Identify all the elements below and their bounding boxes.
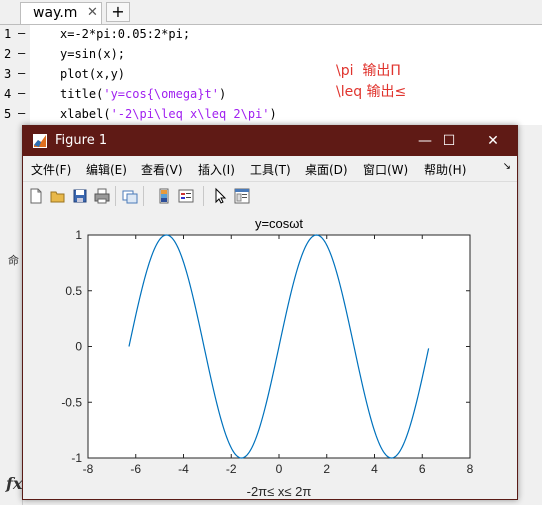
- matlab-logo-icon: [33, 134, 47, 148]
- tab-way-m[interactable]: way.m ✕: [20, 2, 102, 24]
- chart-title: y=cosωt: [255, 216, 303, 231]
- code-text: xlabel('-2\pi\leq x\leq 2\pi'): [60, 107, 277, 121]
- x-tick-label: 6: [419, 462, 426, 476]
- code-line[interactable]: 4 – title('y=cos{\omega}t'): [0, 85, 542, 105]
- code-text: x=-2*pi:0.05:2*pi;: [60, 27, 191, 41]
- maximize-button[interactable]: ☐: [439, 131, 459, 151]
- toolbar-separator: [203, 186, 204, 206]
- x-tick-label: -2: [226, 462, 237, 476]
- code-text: title('y=cos{\omega}t'): [60, 87, 226, 101]
- code-close: ): [218, 87, 227, 101]
- y-tick-label: 0.5: [65, 284, 82, 298]
- code-function: xlabel(: [60, 107, 111, 121]
- x-tick-label: -8: [83, 462, 94, 476]
- line-number: 5: [4, 107, 12, 121]
- x-tick-label: -6: [130, 462, 141, 476]
- editor-tabbar: way.m ✕ +: [0, 0, 542, 25]
- code-string: '-2\pi\leq x\leq 2\pi': [110, 107, 270, 121]
- insert-legend-icon[interactable]: [177, 187, 195, 205]
- figure-title: Figure 1: [55, 133, 108, 148]
- code-close: ): [269, 107, 277, 121]
- tab-label: way.m: [33, 5, 78, 21]
- property-inspector-icon[interactable]: [233, 187, 251, 205]
- new-tab-button[interactable]: +: [106, 2, 130, 22]
- new-figure-icon[interactable]: [27, 187, 45, 205]
- save-icon[interactable]: [71, 187, 89, 205]
- tab-close-icon[interactable]: ✕: [87, 5, 98, 20]
- annotation-pi: \pi 输出Π: [336, 63, 401, 79]
- y-tick-label: -1: [71, 451, 82, 465]
- line-number: 3: [4, 67, 12, 81]
- figure-window: Figure 1 — ☐ ✕ 文件(F) 编辑(E) 查看(V) 插入(I) 工…: [22, 125, 518, 500]
- fx-icon[interactable]: fx: [6, 474, 22, 493]
- toolbar-separator: [115, 186, 116, 206]
- code-function: title(: [60, 87, 104, 101]
- minimize-button[interactable]: —: [415, 131, 435, 151]
- x-tick-label: 4: [371, 462, 378, 476]
- menu-tools[interactable]: 工具(T): [250, 161, 291, 178]
- code-line[interactable]: 5 – xlabel('-2\pi\leq x\leq 2\pi'): [0, 105, 542, 125]
- figure-menubar: 文件(F) 编辑(E) 查看(V) 插入(I) 工具(T) 桌面(D) 窗口(W…: [23, 156, 517, 181]
- line-number: 1: [4, 27, 12, 41]
- menu-dock-arrow-icon[interactable]: ↘: [503, 161, 511, 172]
- annotation-leq: \leq 输出≤: [336, 84, 407, 100]
- pointer-icon[interactable]: [211, 187, 229, 205]
- x-tick-label: 2: [323, 462, 330, 476]
- breakpoint-marker[interactable]: –: [18, 66, 25, 80]
- x-tick-label: -4: [178, 462, 189, 476]
- figure-canvas: y=cosωt -2π≤ x≤ 2π -8 -6 -4 -2 0 2 4 6 8 1 0.5 0 -0.…: [23, 210, 517, 499]
- menu-view[interactable]: 查看(V): [141, 161, 183, 178]
- menu-help[interactable]: 帮助(H): [424, 161, 466, 178]
- figure-titlebar[interactable]: Figure 1 — ☐ ✕: [23, 126, 517, 156]
- command-window-strip: [0, 250, 23, 505]
- menu-file[interactable]: 文件(F): [31, 161, 71, 178]
- code-text: y=sin(x);: [60, 47, 126, 61]
- link-plot-icon[interactable]: [121, 187, 139, 205]
- toolbar-separator: [143, 186, 144, 206]
- open-file-icon[interactable]: [49, 187, 67, 205]
- code-line[interactable]: 2 – y=sin(x);: [0, 45, 542, 65]
- breakpoint-marker[interactable]: –: [18, 106, 25, 120]
- x-tick-label: 0: [276, 462, 283, 476]
- code-line[interactable]: 1 – x=-2*pi:0.05:2*pi;: [0, 25, 542, 45]
- code-string: 'y=cos{\omega}t': [103, 87, 219, 101]
- figure-toolbar: [23, 181, 517, 211]
- breakpoint-marker[interactable]: –: [18, 26, 25, 40]
- y-tick-label: 1: [75, 228, 82, 242]
- y-tick-label: 0: [75, 340, 82, 354]
- menu-desktop[interactable]: 桌面(D): [305, 161, 348, 178]
- menu-insert[interactable]: 插入(I): [198, 161, 235, 178]
- plot-svg[interactable]: y=cosωt -2π≤ x≤ 2π -8 -6 -4 -2 0 2 4 6 8 1 0.5 0 -0.…: [23, 210, 517, 499]
- x-tick-label: 8: [467, 462, 474, 476]
- menu-edit[interactable]: 编辑(E): [86, 161, 127, 178]
- menu-window[interactable]: 窗口(W): [363, 161, 408, 178]
- line-number: 4: [4, 87, 12, 101]
- breakpoint-marker[interactable]: –: [18, 46, 25, 60]
- code-line[interactable]: 3 – plot(x,y): [0, 65, 542, 85]
- insert-colorbar-icon[interactable]: [155, 187, 173, 205]
- line-number: 2: [4, 47, 12, 61]
- code-text: plot(x,y): [60, 67, 126, 81]
- x-axis-label: -2π≤ x≤ 2π: [247, 484, 312, 499]
- y-tick-label: -0.5: [61, 395, 82, 409]
- command-window-tab[interactable]: 命: [8, 252, 19, 268]
- breakpoint-marker[interactable]: –: [18, 86, 25, 100]
- close-button[interactable]: ✕: [483, 131, 503, 151]
- print-icon[interactable]: [93, 187, 111, 205]
